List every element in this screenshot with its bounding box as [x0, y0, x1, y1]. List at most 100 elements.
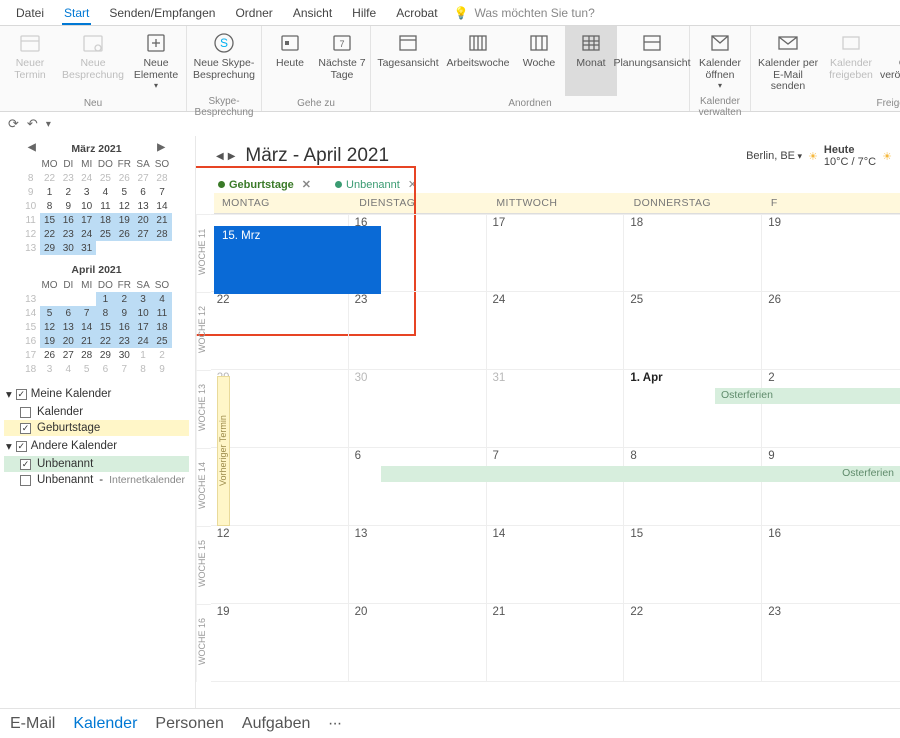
day-cell[interactable]: 17	[487, 214, 625, 292]
day-cell[interactable]: 25	[624, 292, 762, 370]
day-cell[interactable]: 21	[487, 604, 625, 682]
new-appointment-button: Neuer Termin	[2, 26, 58, 96]
day-cell[interactable]: 13	[349, 526, 487, 604]
day-cell[interactable]: 8	[624, 448, 762, 526]
prev-month-icon[interactable]: ◀	[28, 142, 36, 153]
share-icon	[837, 30, 865, 56]
weather-widget[interactable]: Berlin, BE ☀ Heute10°C / 7°C ☀	[746, 144, 892, 168]
calendar-item-geburtstage[interactable]: Geburtstage	[4, 420, 189, 436]
event-osterferien[interactable]: Osterferien	[715, 388, 900, 404]
checkbox[interactable]	[20, 423, 31, 434]
day-cell[interactable]: 30	[349, 370, 487, 448]
chevron-down-icon: ▾	[154, 82, 158, 91]
day-cell[interactable]: 9	[762, 448, 900, 526]
today-button[interactable]: Heute	[264, 26, 316, 96]
checkbox[interactable]	[20, 407, 31, 418]
day-cell[interactable]: 19	[211, 604, 349, 682]
checkbox[interactable]	[16, 441, 27, 452]
tab-start[interactable]: Start	[54, 2, 99, 24]
my-calendars-section[interactable]: ▾Meine Kalender	[4, 384, 189, 404]
share-calendar-button: Kalender freigeben	[823, 26, 879, 96]
day-cell[interactable]: 23	[349, 292, 487, 370]
tab-acrobat[interactable]: Acrobat	[386, 2, 447, 24]
calendar-item-kalender[interactable]: Kalender	[4, 404, 189, 420]
open-calendar-button[interactable]: Kalender öffnen ▾	[692, 26, 748, 96]
day-cell[interactable]: 5	[211, 448, 349, 526]
week-icon	[525, 30, 553, 56]
chevron-down-icon: ▾	[718, 82, 722, 91]
day-cell[interactable]: 23	[762, 604, 900, 682]
calendar-tab-geburtstage[interactable]: Geburtstage✕	[214, 176, 315, 193]
next7days-button[interactable]: 7 Nächste 7 Tage	[316, 26, 368, 96]
tab-senden[interactable]: Senden/Empfangen	[99, 2, 225, 24]
day-cell[interactable]: 24	[487, 292, 625, 370]
checkbox[interactable]	[20, 475, 31, 486]
refresh-icon[interactable]: ⟳	[8, 116, 19, 132]
calendar-item-internet[interactable]: Unbenannt - Internetkalender	[4, 472, 189, 488]
new-items-icon	[142, 30, 170, 56]
nav-people[interactable]: Personen	[155, 715, 224, 733]
day-cell[interactable]: 31	[487, 370, 625, 448]
next-month-icon[interactable]: ▶	[157, 142, 165, 153]
nav-tasks[interactable]: Aufgaben	[242, 715, 311, 733]
minicalendar-march[interactable]: ◀März 2021▶ MODIMIDOFRSASO 8222324252627…	[4, 140, 189, 376]
prev-period-button[interactable]: ◀	[214, 151, 226, 162]
sun-icon: ☀	[808, 150, 818, 163]
day-cell[interactable]: 19	[762, 214, 900, 292]
tab-ansicht[interactable]: Ansicht	[283, 2, 342, 24]
tab-ordner[interactable]: Ordner	[225, 2, 282, 24]
day-cell[interactable]: 15	[624, 526, 762, 604]
day-cell[interactable]: 20	[349, 604, 487, 682]
email-calendar-button[interactable]: Kalender per E-Mail senden	[753, 26, 823, 96]
close-icon[interactable]: ✕	[408, 178, 417, 191]
week-view-button[interactable]: Woche	[513, 26, 565, 96]
day-cell[interactable]: 7	[487, 448, 625, 526]
week-number: WOCHE 14	[196, 448, 211, 526]
next-period-button[interactable]: ▶	[226, 151, 238, 162]
tab-hilfe[interactable]: Hilfe	[342, 2, 386, 24]
day-cell[interactable]: 6	[349, 448, 487, 526]
event-osterferien[interactable]: Osterferien	[381, 466, 900, 482]
nav-more-icon[interactable]: ∙∙∙	[328, 715, 341, 733]
calendar-grid[interactable]: WOCHE 11 15. Mrz 16 17 18 19 WOCHE 12 22…	[196, 214, 900, 682]
day-cell[interactable]: 22	[624, 604, 762, 682]
day-cell[interactable]: 22	[211, 292, 349, 370]
checkbox[interactable]	[20, 459, 31, 470]
calendar-item-unbenannt[interactable]: Unbenannt	[4, 456, 189, 472]
checkbox[interactable]	[16, 389, 27, 400]
new-meeting-button: Neue Besprechung	[58, 26, 128, 96]
week-number: WOCHE 15	[196, 526, 211, 604]
more-icon[interactable]: ▾	[46, 119, 51, 130]
publish-online-button[interactable]: Online veröffentlichen ▾	[879, 26, 900, 96]
calendar-title: März - April 2021	[245, 145, 389, 167]
undo-icon[interactable]: ↶	[27, 116, 38, 132]
skype-meeting-button[interactable]: S Neue Skype-Besprechung	[189, 26, 259, 96]
month-icon	[577, 30, 605, 56]
workweek-view-button[interactable]: Arbeitswoche	[443, 26, 513, 96]
calendar-tab-unbenannt[interactable]: Unbenannt✕	[331, 176, 421, 193]
tab-datei[interactable]: Datei	[6, 2, 54, 24]
calendar-view: ◀ ▶ März - April 2021 Berlin, BE ☀ Heute…	[196, 136, 900, 708]
month-view-button[interactable]: Monat	[565, 26, 617, 96]
day-cell[interactable]: 12	[211, 526, 349, 604]
day-cell[interactable]: 2	[762, 370, 900, 448]
nav-calendar[interactable]: Kalender	[73, 715, 137, 733]
skype-icon: S	[210, 30, 238, 56]
day-cell[interactable]: 18	[624, 214, 762, 292]
tell-me-input[interactable]: Was möchten Sie tun?	[475, 6, 595, 20]
previous-appointment-handle[interactable]: Vorheriger Termin	[217, 376, 230, 526]
other-calendars-section[interactable]: ▾Andere Kalender	[4, 436, 189, 456]
week-number: WOCHE 13	[196, 370, 211, 448]
close-icon[interactable]: ✕	[302, 178, 311, 191]
nav-email[interactable]: E-Mail	[10, 715, 55, 733]
day-view-button[interactable]: Tagesansicht	[373, 26, 443, 96]
day-cell[interactable]: 14	[487, 526, 625, 604]
selected-day-event[interactable]: 15. Mrz	[214, 226, 381, 294]
new-items-button[interactable]: Neue Elemente ▾	[128, 26, 184, 96]
day-cell[interactable]: 26	[762, 292, 900, 370]
day-cell[interactable]: 16	[762, 526, 900, 604]
day-cell[interactable]: 29	[211, 370, 349, 448]
day-cell[interactable]: 1. Apr	[624, 370, 762, 448]
schedule-view-button[interactable]: Planungsansicht	[617, 26, 687, 96]
ribbon: Neuer Termin Neue Besprechung Neue Eleme…	[0, 26, 900, 112]
